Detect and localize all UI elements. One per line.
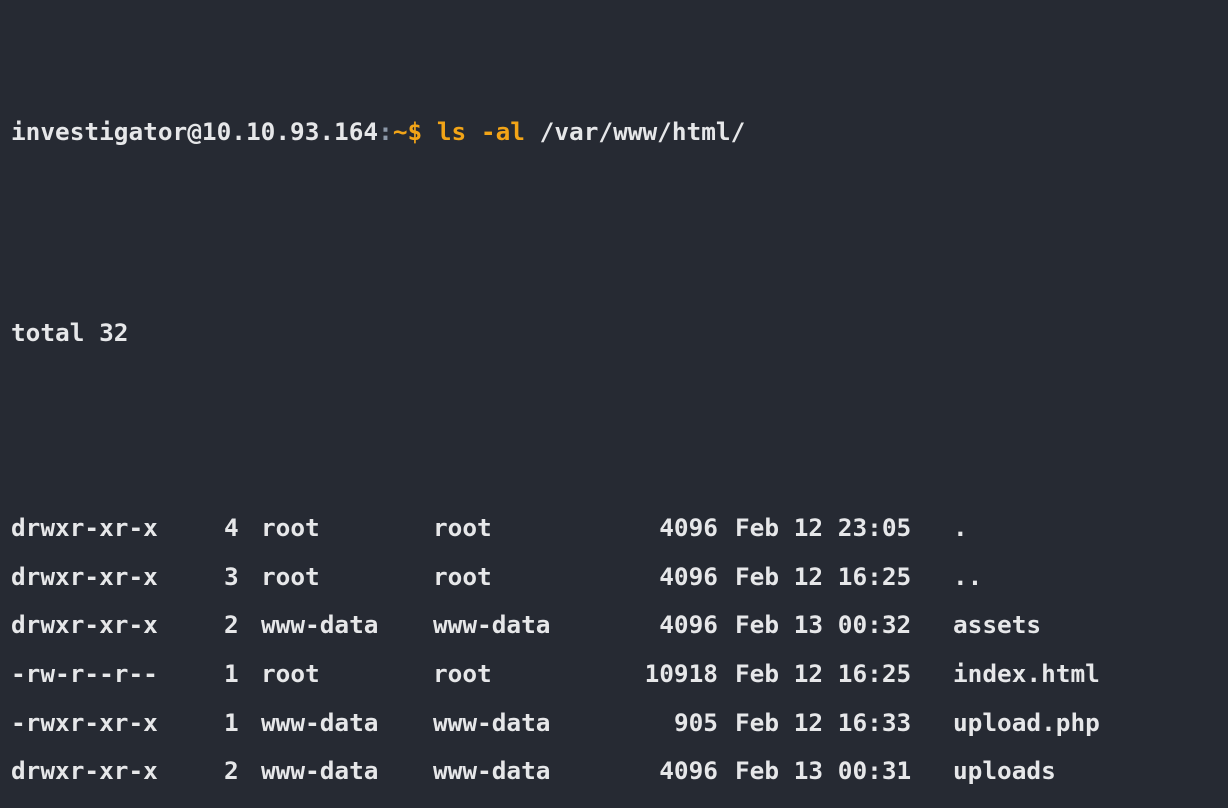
file-date: Feb 12 16:33 [735, 707, 912, 737]
prompt-separator: : [378, 117, 393, 147]
file-size: 4096 [659, 513, 718, 542]
file-link-count: 2 [224, 610, 239, 640]
command-prompt-line: investigator@10.10.93.164:~$ ls -al /var… [11, 114, 1228, 150]
file-owner: www-data [261, 610, 379, 640]
file-link-count: 3 [224, 561, 239, 591]
listing-row: drwxr-xr-x 2 www-data www-data 4096 Feb 13 00… [11, 747, 1228, 796]
file-permissions: drwxr-xr-x [11, 513, 158, 542]
file-size: 10918 [644, 659, 718, 689]
file-permissions: -rw-r--r-- [11, 659, 158, 689]
listing-row: drwxr-xr-x 4 root root 4096 Feb 12 23:05. [11, 504, 1228, 553]
file-group: root [433, 561, 492, 591]
file-permissions: -rwxr-xr-x [11, 707, 158, 737]
file-link-count: 1 [224, 707, 239, 737]
output-total: total 32 [11, 318, 129, 348]
file-owner: root [261, 561, 320, 591]
file-name: assets [953, 610, 1042, 640]
file-permissions: drwxr-xr-x [11, 756, 158, 786]
file-group: www-data [433, 610, 551, 640]
listing-row: -rw-r--r-- 1 root root 10918 Feb 12 16:25 inde… [11, 650, 1228, 699]
file-size: 4096 [659, 756, 718, 786]
file-name: uploads [953, 756, 1056, 786]
file-name: . [953, 513, 968, 542]
file-date: Feb 12 16:25 [735, 561, 912, 591]
terminal-window[interactable]: investigator@10.10.93.164:~$ ls -al /var… [0, 0, 1228, 785]
file-permissions: drwxr-xr-x [11, 561, 158, 591]
file-link-count: 2 [224, 756, 239, 786]
file-name: upload.php [953, 707, 1100, 737]
file-date: Feb 12 23:05 [735, 513, 912, 542]
file-group: root [433, 513, 492, 542]
file-size: 4096 [659, 561, 718, 591]
file-group: www-data [433, 707, 551, 737]
file-link-count: 1 [224, 659, 239, 689]
file-name: index.html [953, 659, 1100, 689]
command-text: ls -al [436, 117, 525, 147]
file-date: Feb 12 16:25 [735, 659, 912, 689]
file-owner: root [261, 513, 320, 542]
file-date: Feb 13 00:31 [735, 756, 912, 786]
file-link-count: 4 [224, 513, 239, 542]
file-size: 4096 [659, 610, 718, 640]
listing-row: drwxr-xr-x 2 www-data www-data 4096 Feb 13 00… [11, 601, 1228, 650]
prompt-path: ~ [392, 117, 408, 147]
file-owner: www-data [261, 756, 379, 786]
file-group: www-data [433, 756, 551, 786]
file-size: 905 [673, 707, 718, 737]
file-permissions: drwxr-xr-x [11, 610, 158, 640]
listing-row: drwxr-xr-x 3 root root 4096 Feb 12 16:25.. [11, 553, 1228, 602]
file-date: Feb 13 00:32 [735, 610, 912, 640]
file-owner: www-data [261, 707, 379, 737]
command-argument: /var/www/html/ [539, 117, 746, 147]
user-host: investigator@10.10.93.164 [11, 117, 379, 147]
file-owner: root [261, 659, 320, 689]
file-group: root [433, 659, 492, 689]
file-name: .. [953, 561, 983, 591]
prompt-symbol: $ [407, 117, 423, 147]
listing-row: -rwxr-xr-x 1 www-data www-data 905 Feb 12 16:… [11, 699, 1228, 748]
